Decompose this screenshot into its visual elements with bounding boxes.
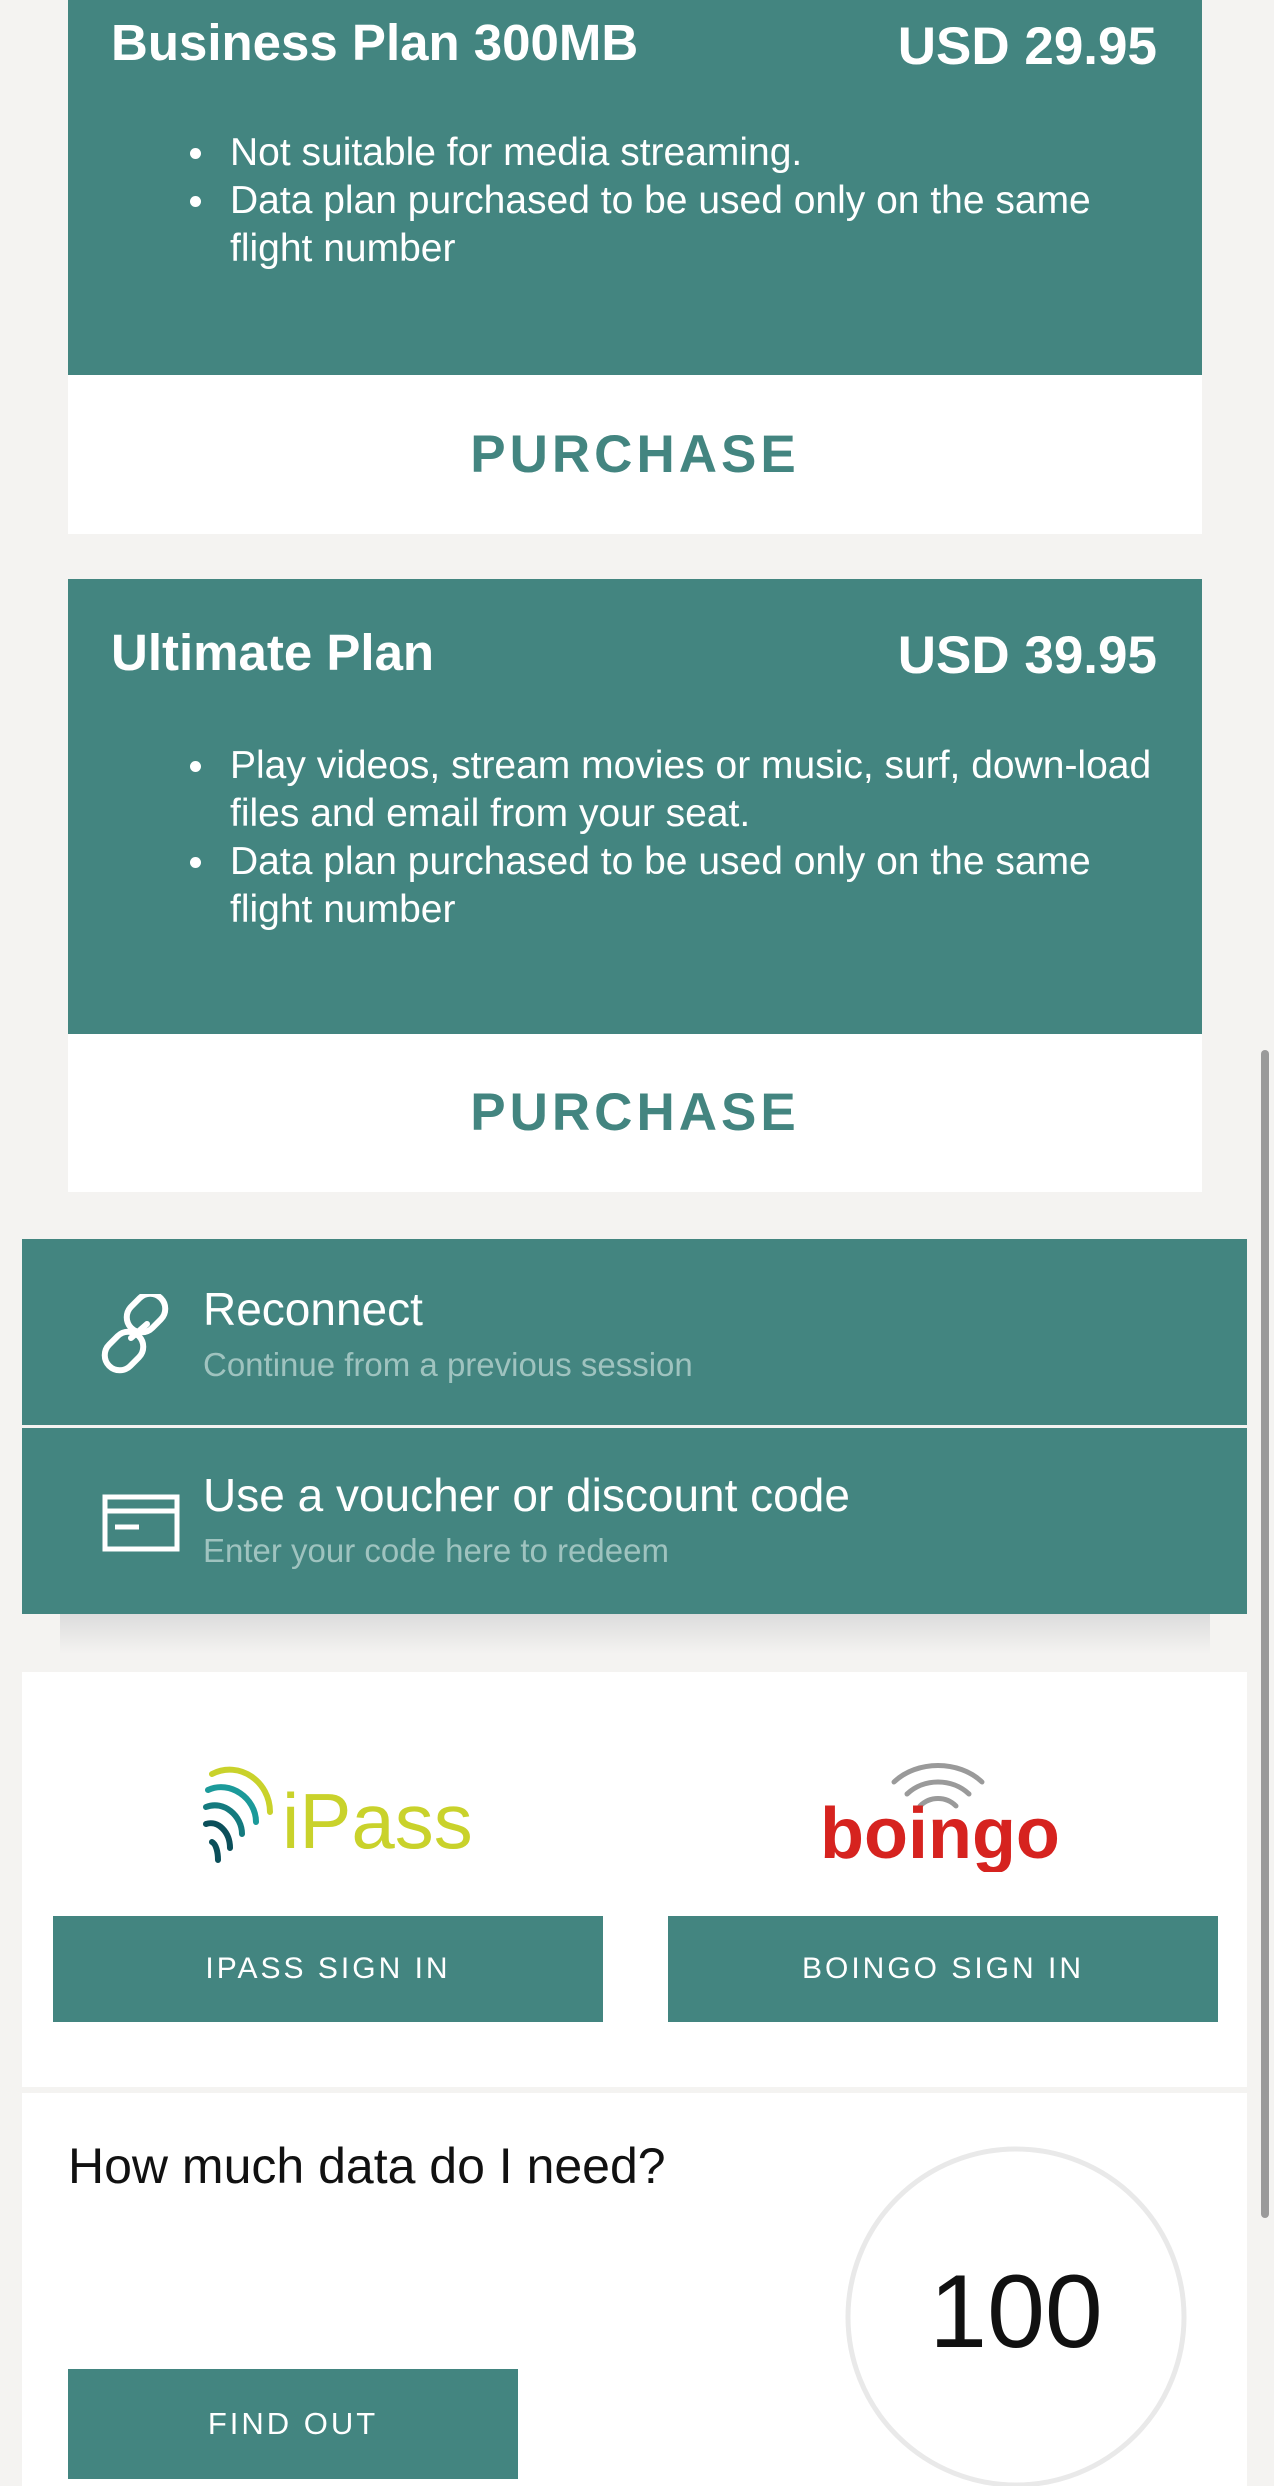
reconnect-option[interactable]: Reconnect Continue from a previous sessi… bbox=[22, 1239, 1247, 1425]
boingo-logo-text: boingo bbox=[820, 1794, 1060, 1872]
reconnect-title: Reconnect bbox=[203, 1283, 423, 1335]
ipass-logo: iPass bbox=[200, 1752, 500, 1872]
data-calculator-card: How much data do I need? 100 FIND OUT bbox=[22, 2093, 1247, 2486]
plan-feature: Data plan purchased to be used only on t… bbox=[190, 838, 1162, 934]
plan-details: Business Plan 300MB USD 29.95 Not suitab… bbox=[68, 0, 1202, 375]
ipass-logo-text: iPass bbox=[282, 1777, 473, 1865]
plan-feature-list: Not suitable for media streaming. Data p… bbox=[190, 129, 1162, 273]
plan-name: Business Plan 300MB bbox=[111, 14, 639, 71]
plan-feature: Not suitable for media streaming. bbox=[190, 129, 1162, 177]
reconnect-subtitle: Continue from a previous session bbox=[203, 1346, 693, 1383]
ipass-signin-button[interactable]: IPASS SIGN IN bbox=[53, 1916, 603, 2022]
link-icon bbox=[77, 1290, 203, 1374]
purchase-button[interactable]: PURCHASE bbox=[68, 1034, 1202, 1192]
voucher-title: Use a voucher or discount code bbox=[203, 1469, 850, 1521]
plan-card-business: Business Plan 300MB USD 29.95 Not suitab… bbox=[68, 0, 1202, 534]
boingo-signin-button[interactable]: BOINGO SIGN IN bbox=[668, 1916, 1218, 2022]
data-calculator-title: How much data do I need? bbox=[68, 2138, 666, 2194]
voucher-option[interactable]: Use a voucher or discount code Enter you… bbox=[22, 1428, 1247, 1614]
plan-price: USD 29.95 bbox=[897, 17, 1157, 76]
plan-price: USD 39.95 bbox=[897, 626, 1157, 685]
plan-card-ultimate: Ultimate Plan USD 39.95 Play videos, str… bbox=[68, 579, 1202, 1192]
find-out-button[interactable]: FIND OUT bbox=[68, 2369, 518, 2479]
plan-details: Ultimate Plan USD 39.95 Play videos, str… bbox=[68, 579, 1202, 1034]
option-shadow bbox=[60, 1614, 1210, 1654]
data-gauge-value: 100 bbox=[929, 2254, 1103, 2370]
data-gauge: 100 bbox=[845, 2146, 1187, 2486]
purchase-button[interactable]: PURCHASE bbox=[68, 375, 1202, 534]
plan-feature: Play videos, stream movies or music, sur… bbox=[190, 742, 1162, 838]
card-icon bbox=[77, 1483, 203, 1563]
boingo-logo: boingo bbox=[812, 1752, 1072, 1874]
plan-feature-list: Play videos, stream movies or music, sur… bbox=[190, 742, 1162, 934]
scrollbar-thumb[interactable] bbox=[1261, 1050, 1269, 2218]
partner-signin-panel: iPass boingo IPASS SIGN IN BOINGO SIGN I… bbox=[22, 1672, 1247, 2087]
plan-name: Ultimate Plan bbox=[111, 624, 435, 681]
voucher-subtitle: Enter your code here to redeem bbox=[203, 1532, 669, 1569]
plan-feature: Data plan purchased to be used only on t… bbox=[190, 177, 1162, 273]
